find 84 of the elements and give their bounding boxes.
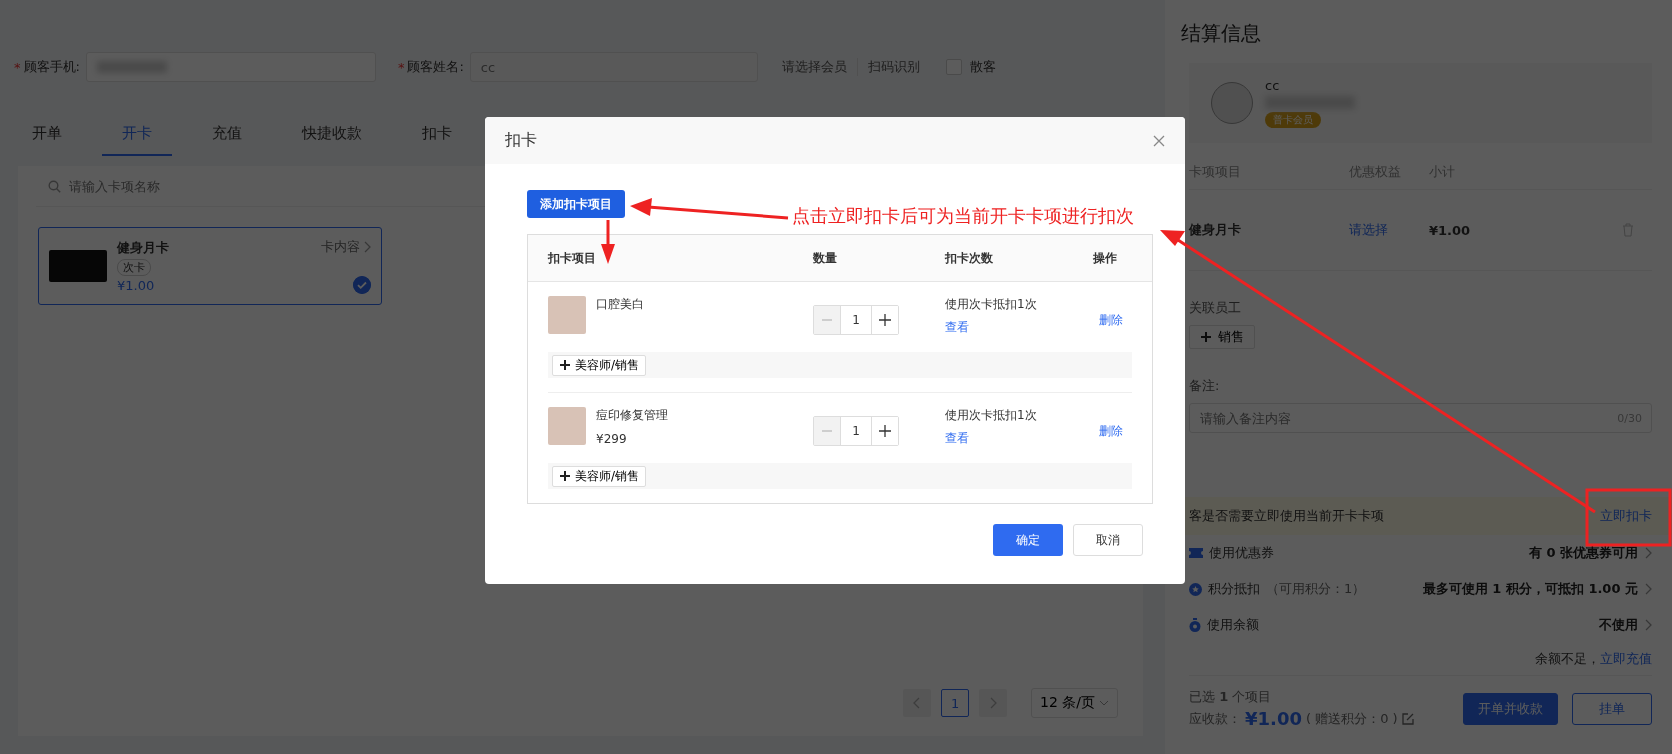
chevron-right-icon [1644,547,1652,559]
payment-option[interactable]: 使用优惠券 有 0 张优惠券可用 [1189,535,1652,571]
hold-order-button[interactable]: 挂单 [1572,692,1652,725]
chevron-left-icon [913,697,921,709]
tab[interactable]: 开单 [12,112,82,156]
plus-icon [879,425,891,437]
column-header: 扣卡项目 [548,249,597,267]
member-link[interactable]: 扫码识别 [857,58,930,76]
service-name: 痘印修复管理 [596,407,668,424]
minus-icon [822,319,832,321]
view-link[interactable]: 查看 [945,430,1093,447]
required-mark: * [14,59,21,75]
deduction-text: 使用次卡抵扣1次 [945,407,1038,424]
tab[interactable]: 扣卡 [402,112,472,156]
remark-label: 备注: [1189,377,1221,395]
minus-icon [822,430,832,432]
plus-icon [879,314,891,326]
previous-page-button[interactable] [903,689,931,717]
phone-label: 顾客手机: [23,58,80,76]
plus-icon [559,470,571,482]
chevron-right-icon [1644,583,1652,595]
photo-placeholder [548,407,586,445]
panel-title: 结算信息 [1181,20,1261,47]
walk-in-label: 散客 [969,58,996,76]
name-label: 顾客姓名: [407,58,464,76]
delete-link[interactable]: 删除 [1093,422,1123,440]
search-icon [48,179,61,193]
annotation-text: 点击立即扣卡后可为当前开卡卡项进行扣次 [792,204,1134,228]
required-mark: * [397,59,405,75]
add-staff-button[interactable]: 美容师/销售 [552,354,647,376]
column-header: 扣卡次数 [945,249,994,267]
card-image-placeholder [49,250,107,282]
column-header: 操作 [1093,249,1118,267]
member-level-badge: 普卡会员 [1265,112,1321,128]
notice-text: 客是否需要立即使用当前开卡卡项 [1189,507,1384,525]
star-coin-icon [1189,582,1202,596]
page-number[interactable]: 1 [941,689,969,717]
annotation-arrow [601,220,615,264]
page-size-select[interactable]: 12 条/页 [1031,688,1118,718]
recharge-link[interactable]: 立即充值 [1600,650,1652,668]
chevron-right-icon [989,697,997,709]
tab[interactable]: 充值 [192,112,262,156]
item-name: 健身月卡 [1189,221,1242,239]
minus-button[interactable] [814,417,840,445]
checkout-button[interactable]: 开单并收款 [1462,692,1558,725]
add-sales-button[interactable]: 销售 [1189,325,1255,349]
column-header: 数量 [813,249,838,267]
item-subtotal: ¥1.00 [1429,222,1472,238]
tab[interactable]: 快捷收款 [282,112,382,156]
view-link[interactable]: 查看 [945,319,1093,336]
close-icon[interactable] [1153,134,1165,147]
service-name: 口腔美白 [596,296,644,313]
minus-button[interactable] [814,306,840,334]
avatar-placeholder [1211,82,1253,124]
next-page-button[interactable] [979,689,1007,717]
ticket-icon [1189,548,1203,558]
deduct-now-link[interactable]: 立即扣卡 [1600,507,1652,525]
card-name: 健身月卡 [117,239,169,257]
caret-down-icon [1099,700,1109,706]
confirm-button[interactable]: 确定 [993,524,1063,556]
deduction-text: 使用次卡抵扣1次 [945,296,1038,313]
quantity-stepper[interactable]: 1 [813,416,899,446]
photo-placeholder [548,296,586,334]
balance-note: 余额不足， [1535,650,1600,668]
card-price: ¥1.00 [117,278,155,293]
quantity-stepper[interactable]: 1 [813,305,899,335]
delete-link[interactable]: 删除 [1093,311,1123,329]
chevron-right-icon [1644,619,1652,631]
cancel-button[interactable]: 取消 [1073,524,1143,556]
tab[interactable]: 开卡 [102,112,172,156]
payment-option[interactable]: 使用余额 不使用 [1189,607,1652,643]
plus-icon [559,359,571,371]
edit-icon[interactable] [1401,712,1414,725]
money-bag-icon [1189,618,1201,632]
card-type-tag: 次卡 [117,259,151,276]
plus-icon [1200,331,1212,343]
dialog-title: 扣卡 [505,130,537,151]
member-name: cc [1265,78,1281,93]
service-price: ¥299 [596,432,628,446]
amount-due: ¥1.00 [1245,708,1302,729]
discount-select-link[interactable]: 请选择 [1349,221,1429,239]
add-staff-button[interactable]: 美容师/销售 [552,465,647,487]
chevron-right-icon [363,241,371,253]
add-deduct-item-button[interactable]: 添加扣卡项目 [527,190,625,218]
